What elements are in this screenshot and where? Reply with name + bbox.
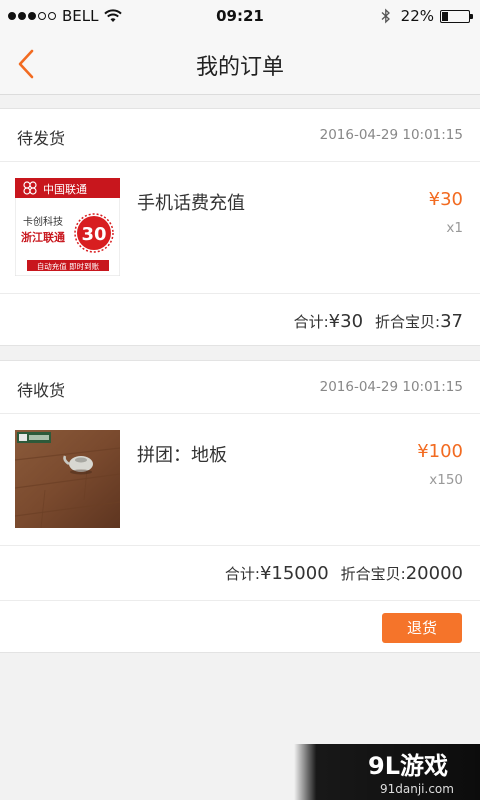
page-title: 我的订单 (195, 55, 284, 80)
svg-text:浙江联通: 浙江联通 (21, 230, 65, 244)
product-quantity: x1 (446, 220, 463, 236)
order-status: 待发货 (17, 129, 66, 148)
item-count-value: 20000 (405, 563, 463, 584)
svg-text:30: 30 (81, 224, 106, 245)
order-card[interactable]: 待发货 2016-04-29 10:01:15 中国联通 卡创科技 浙江联通 3… (0, 108, 480, 346)
return-button[interactable]: 退货 (382, 613, 462, 643)
watermark-logo: 9L游戏 91danji.com (294, 744, 480, 800)
svg-text:中国联通: 中国联通 (43, 183, 87, 196)
order-actions: 退货 (0, 600, 480, 653)
product-price: ¥30 (428, 189, 463, 210)
status-right: 22% (381, 7, 473, 25)
product-thumbnail[interactable] (15, 430, 120, 528)
product-name: 手机话费充值 (137, 193, 245, 214)
nav-bar: 我的订单 (0, 32, 480, 95)
product-name: 拼团：地板 (137, 445, 227, 466)
status-bar: BELL 09:21 22% (0, 0, 480, 32)
order-item[interactable]: 拼团：地板 ¥100 x150 (0, 414, 480, 546)
order-time: 2016-04-29 10:01:15 (319, 379, 463, 395)
total-value: ¥30 (328, 311, 364, 332)
item-count-label: 折合宝贝: (375, 313, 441, 331)
item-count-value: 37 (440, 311, 463, 332)
item-count-label: 折合宝贝: (340, 565, 406, 583)
product-thumbnail[interactable]: 中国联通 卡创科技 浙江联通 30 自动充值 即时到账 (15, 178, 120, 276)
total-label: 合计: (224, 565, 260, 583)
svg-text:自动充值 即时到账: 自动充值 即时到账 (37, 261, 100, 271)
order-item[interactable]: 中国联通 卡创科技 浙江联通 30 自动充值 即时到账 手机话费充值 ¥30 x… (0, 162, 480, 294)
product-price: ¥100 (417, 441, 463, 462)
brand-logo-icon (17, 432, 51, 443)
battery-icon (440, 9, 473, 23)
svg-text:卡创科技: 卡创科技 (23, 215, 63, 228)
product-quantity: x150 (429, 472, 463, 488)
svg-text:91danji.com: 91danji.com (380, 782, 454, 796)
order-card[interactable]: 待收货 2016-04-29 10:01:15 拼团：地板 ¥100 x150 … (0, 360, 480, 653)
phone-recharge-image: 中国联通 卡创科技 浙江联通 30 自动充值 即时到账 (15, 178, 120, 276)
battery-percent: 22% (400, 7, 434, 25)
order-summary: 合计: ¥15000 折合宝贝: 20000 (0, 546, 480, 599)
order-header: 待发货 2016-04-29 10:01:15 (0, 109, 480, 162)
order-summary: 合计: ¥30 折合宝贝: 37 (0, 294, 480, 347)
order-time: 2016-04-29 10:01:15 (319, 127, 463, 143)
bluetooth-icon (381, 8, 390, 24)
total-value: ¥15000 (259, 563, 329, 584)
svg-text:9L游戏: 9L游戏 (368, 752, 448, 780)
order-header: 待收货 2016-04-29 10:01:15 (0, 361, 480, 414)
order-status: 待收货 (17, 381, 66, 400)
total-label: 合计: (293, 313, 329, 331)
wood-floor-image (15, 430, 120, 528)
